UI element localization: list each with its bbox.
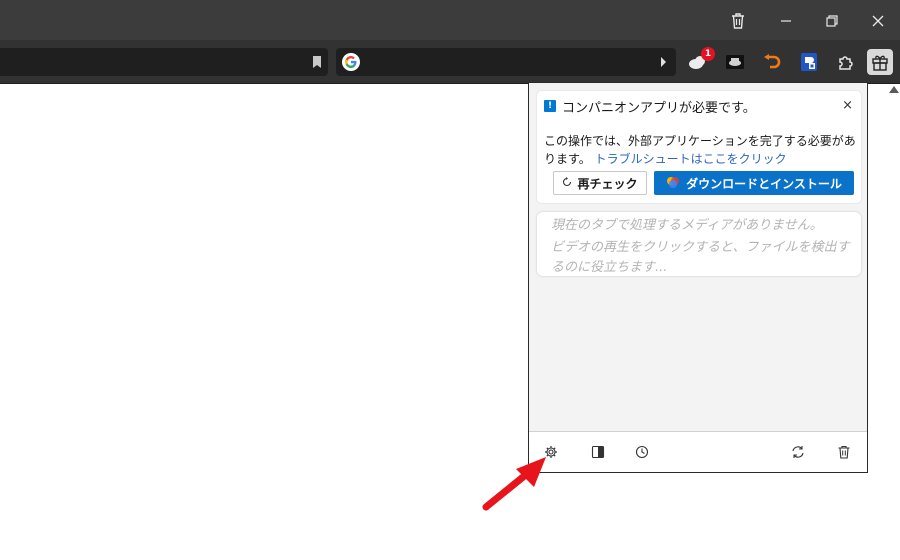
history-icon[interactable] [634,444,650,460]
shield-extension-icon[interactable] [797,50,821,74]
download-label: ダウンロードとインストール [686,176,842,191]
close-icon[interactable]: × [842,98,853,113]
trash-icon[interactable] [715,6,761,36]
search-bar[interactable] [336,48,676,76]
recheck-button[interactable]: 再チェック [553,171,647,195]
no-media-message: 現在のタブで処理するメディアがありません。 [551,218,823,233]
title-bar [0,0,900,40]
scroll-up-arrow[interactable] [889,86,899,93]
play-arrow-icon[interactable] [661,57,666,67]
play-video-hint: ビデオの再生をクリックすると、ファイルを検出するのに役立ちます... [551,240,850,275]
restore-icon[interactable] [809,6,855,36]
trash-icon[interactable] [836,444,852,460]
google-icon [342,53,360,71]
media-extension-icon[interactable] [723,50,747,74]
refresh-icon [562,176,572,190]
companion-app-notice: ! コンパニオンアプリが必要です。 × この操作では、外部アプリケーションを完了… [537,91,861,203]
info-icon: ! [544,100,556,112]
extension-popup: ! コンパニオンアプリが必要です。 × この操作では、外部アプリケーションを完了… [528,82,868,473]
address-bar[interactable] [0,48,328,76]
close-icon[interactable] [855,6,900,36]
notice-title: コンパニオンアプリが必要です。 [562,101,756,116]
undo-extension-icon[interactable] [760,50,784,74]
puzzle-icon[interactable] [834,50,858,74]
recheck-label: 再チェック [577,176,638,191]
minimize-icon[interactable] [763,6,809,36]
notification-badge: 1 [701,47,715,61]
popup-footer [529,431,867,472]
cloud-extension-icon[interactable]: 1 [686,47,715,74]
refresh-icon[interactable] [790,444,806,460]
gift-icon[interactable] [867,49,893,75]
troubleshoot-link[interactable]: トラブルシュートはここをクリック [595,152,787,166]
notice-body: この操作では、外部アプリケーションを完了する必要があります。 トラブルシュートは… [544,132,856,168]
browser-toolbar: 1 [0,40,900,84]
download-install-button[interactable]: ダウンロードとインストール [654,171,854,195]
media-status-card: 現在のタブで処理するメディアがありません。 ビデオの再生をクリックすると、ファイ… [537,212,861,276]
sidebar-icon[interactable] [590,444,606,460]
app-logo-icon [666,175,680,192]
bookmark-icon[interactable] [312,54,322,73]
annotation-arrow [482,457,546,511]
